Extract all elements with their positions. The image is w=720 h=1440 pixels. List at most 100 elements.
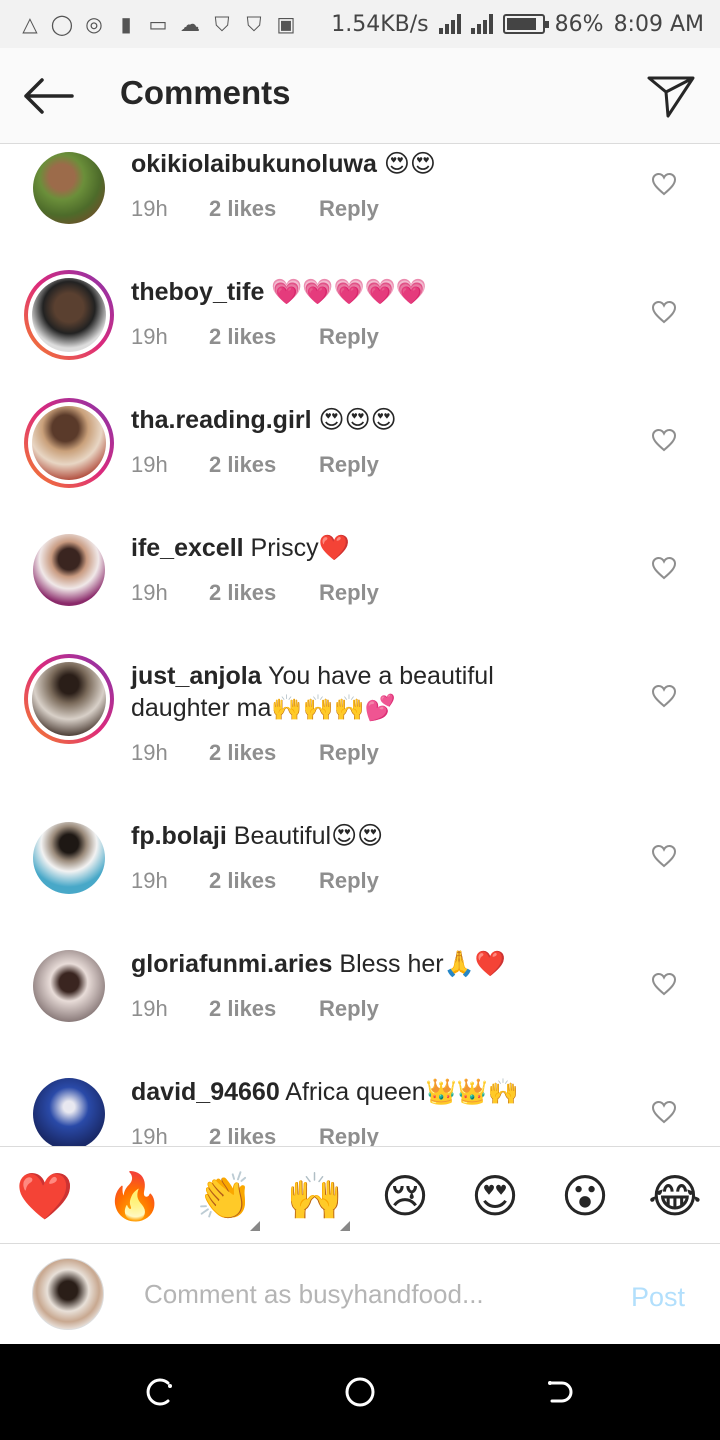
comment-likes[interactable]: 2 likes: [209, 740, 319, 766]
comment-username[interactable]: theboy_tife: [131, 278, 264, 306]
shield-icon: ⛉: [214, 12, 230, 36]
shield-icon: ⛉: [246, 12, 262, 36]
comment-text: just_anjola You have a beautiful daughte…: [131, 660, 591, 724]
emoji-fire-button[interactable]: 🔥: [106, 1167, 164, 1225]
comment-likes[interactable]: 2 likes: [209, 452, 319, 478]
comment-likes[interactable]: 2 likes: [209, 196, 319, 222]
comment-meta: 19h 2 likes Reply: [131, 740, 379, 766]
comment-meta: 19h 2 likes Reply: [131, 868, 379, 894]
like-heart-icon[interactable]: [651, 684, 677, 708]
clock: 8:09 AM: [613, 11, 704, 37]
like-heart-icon[interactable]: [651, 972, 677, 996]
comment-meta: 19h 2 likes Reply: [131, 324, 379, 350]
avatar[interactable]: [24, 270, 114, 360]
comment-time: 19h: [131, 580, 168, 605]
comment-text: gloriafunmi.aries Bless her🙏❤️: [131, 948, 591, 980]
reply-button[interactable]: Reply: [319, 196, 379, 222]
comment-username[interactable]: ife_excell: [131, 534, 244, 562]
comment-time: 19h: [131, 868, 168, 893]
emoji-raised-hands-button[interactable]: 🙌: [286, 1167, 344, 1225]
comment-username[interactable]: just_anjola: [131, 662, 262, 690]
comment-username[interactable]: gloriafunmi.aries: [131, 950, 332, 978]
battery-icon: [502, 14, 549, 34]
avatar[interactable]: [33, 1078, 105, 1146]
skin-tone-indicator: [250, 1221, 260, 1231]
like-heart-icon[interactable]: [651, 844, 677, 868]
comment-likes[interactable]: 2 likes: [209, 324, 319, 350]
comment-meta: 19h 2 likes Reply: [131, 452, 379, 478]
comment-username[interactable]: fp.bolaji: [131, 822, 227, 850]
comment-body: 😍😍😍: [311, 406, 397, 434]
reply-button[interactable]: Reply: [319, 868, 379, 894]
send-icon[interactable]: [646, 72, 696, 120]
reply-button[interactable]: Reply: [319, 740, 379, 766]
reply-button[interactable]: Reply: [319, 996, 379, 1022]
reply-button[interactable]: Reply: [319, 324, 379, 350]
comment-likes[interactable]: 2 likes: [209, 996, 319, 1022]
avatar-ring: [28, 658, 110, 740]
comment-input[interactable]: [144, 1272, 584, 1316]
reply-button[interactable]: Reply: [319, 452, 379, 478]
comment-text: ife_excell Priscy❤️: [131, 532, 591, 564]
avatar[interactable]: [24, 398, 114, 488]
cloud-upload-icon: ☁: [180, 12, 200, 36]
warning-icon: △: [22, 12, 38, 36]
avatar[interactable]: [24, 654, 114, 744]
avatar[interactable]: [33, 822, 105, 894]
reply-button[interactable]: Reply: [319, 580, 379, 606]
emoji-heart-button[interactable]: ❤️: [16, 1167, 74, 1225]
emoji-heart-eyes-button[interactable]: 😍: [466, 1167, 524, 1225]
comment-item: okikiolaibukunoluwa 😍😍 19h 2 likes Reply: [0, 144, 720, 272]
recent-apps-icon[interactable]: [140, 1374, 180, 1410]
back-arrow-icon[interactable]: [22, 76, 74, 116]
comment-text: theboy_tife 💗💗💗💗💗: [131, 276, 591, 308]
comment-list[interactable]: okikiolaibukunoluwa 😍😍 19h 2 likes Reply…: [0, 144, 720, 1146]
activity-icon: ▣: [276, 12, 296, 36]
comment-username[interactable]: tha.reading.girl: [131, 406, 312, 434]
avatar[interactable]: [33, 950, 105, 1022]
comment-body: 😍😍: [376, 150, 436, 178]
notification-icons: △ ◯ ◎ ▮ ▭ ☁ ⛉ ⛉ ▣: [0, 12, 298, 36]
home-icon[interactable]: [340, 1374, 380, 1410]
lock-icon: ▮: [120, 12, 132, 36]
comment-meta: 19h 2 likes Reply: [131, 580, 379, 606]
like-heart-icon[interactable]: [651, 300, 677, 324]
image-icon: ▭: [148, 12, 168, 36]
comment-item: tha.reading.girl 😍😍😍 19h 2 likes Reply: [0, 398, 720, 528]
like-heart-icon[interactable]: [651, 1100, 677, 1124]
comment-body: Africa queen👑👑🙌: [279, 1078, 520, 1106]
current-user-avatar: [32, 1258, 104, 1330]
like-heart-icon[interactable]: [651, 172, 677, 196]
comment-likes[interactable]: 2 likes: [209, 1124, 319, 1146]
comment-text: tha.reading.girl 😍😍😍: [131, 404, 591, 436]
comment-time: 19h: [131, 452, 168, 477]
comment-time: 19h: [131, 1124, 168, 1146]
avatar[interactable]: [33, 152, 105, 224]
comment-item: gloriafunmi.aries Bless her🙏❤️ 19h 2 lik…: [0, 944, 720, 1072]
signal-icon: [438, 14, 461, 34]
emoji-surprised-button[interactable]: 😮: [556, 1167, 614, 1225]
reply-button[interactable]: Reply: [319, 1124, 379, 1146]
battery-percent: 86%: [554, 11, 604, 37]
avatar-image: [32, 278, 106, 352]
back-nav-icon[interactable]: [540, 1374, 580, 1410]
emoji-clap-button[interactable]: 👏: [196, 1167, 254, 1225]
comment-body: 💗💗💗💗💗: [264, 278, 427, 306]
emoji-crying-button[interactable]: 😢: [376, 1167, 434, 1225]
signal-icon: [470, 14, 493, 34]
emoji-joy-button[interactable]: 😂: [646, 1167, 704, 1225]
like-heart-icon[interactable]: [651, 428, 677, 452]
like-heart-icon[interactable]: [651, 556, 677, 580]
comment-time: 19h: [131, 196, 168, 221]
comment-item: just_anjola You have a beautiful daughte…: [0, 654, 720, 816]
comment-text: fp.bolaji Beautiful😍😍: [131, 820, 591, 852]
status-bar: △ ◯ ◎ ▮ ▭ ☁ ⛉ ⛉ ▣ 1.54KB/s 86% 8:09 AM: [0, 0, 720, 48]
post-button[interactable]: Post: [631, 1282, 685, 1313]
comment-username[interactable]: okikiolaibukunoluwa: [131, 150, 377, 178]
comment-likes[interactable]: 2 likes: [209, 868, 319, 894]
comment-username[interactable]: david_94660: [131, 1078, 280, 1106]
avatar[interactable]: [33, 534, 105, 606]
comment-meta: 19h 2 likes Reply: [131, 1124, 379, 1146]
avatar-ring: [28, 274, 110, 356]
comment-likes[interactable]: 2 likes: [209, 580, 319, 606]
